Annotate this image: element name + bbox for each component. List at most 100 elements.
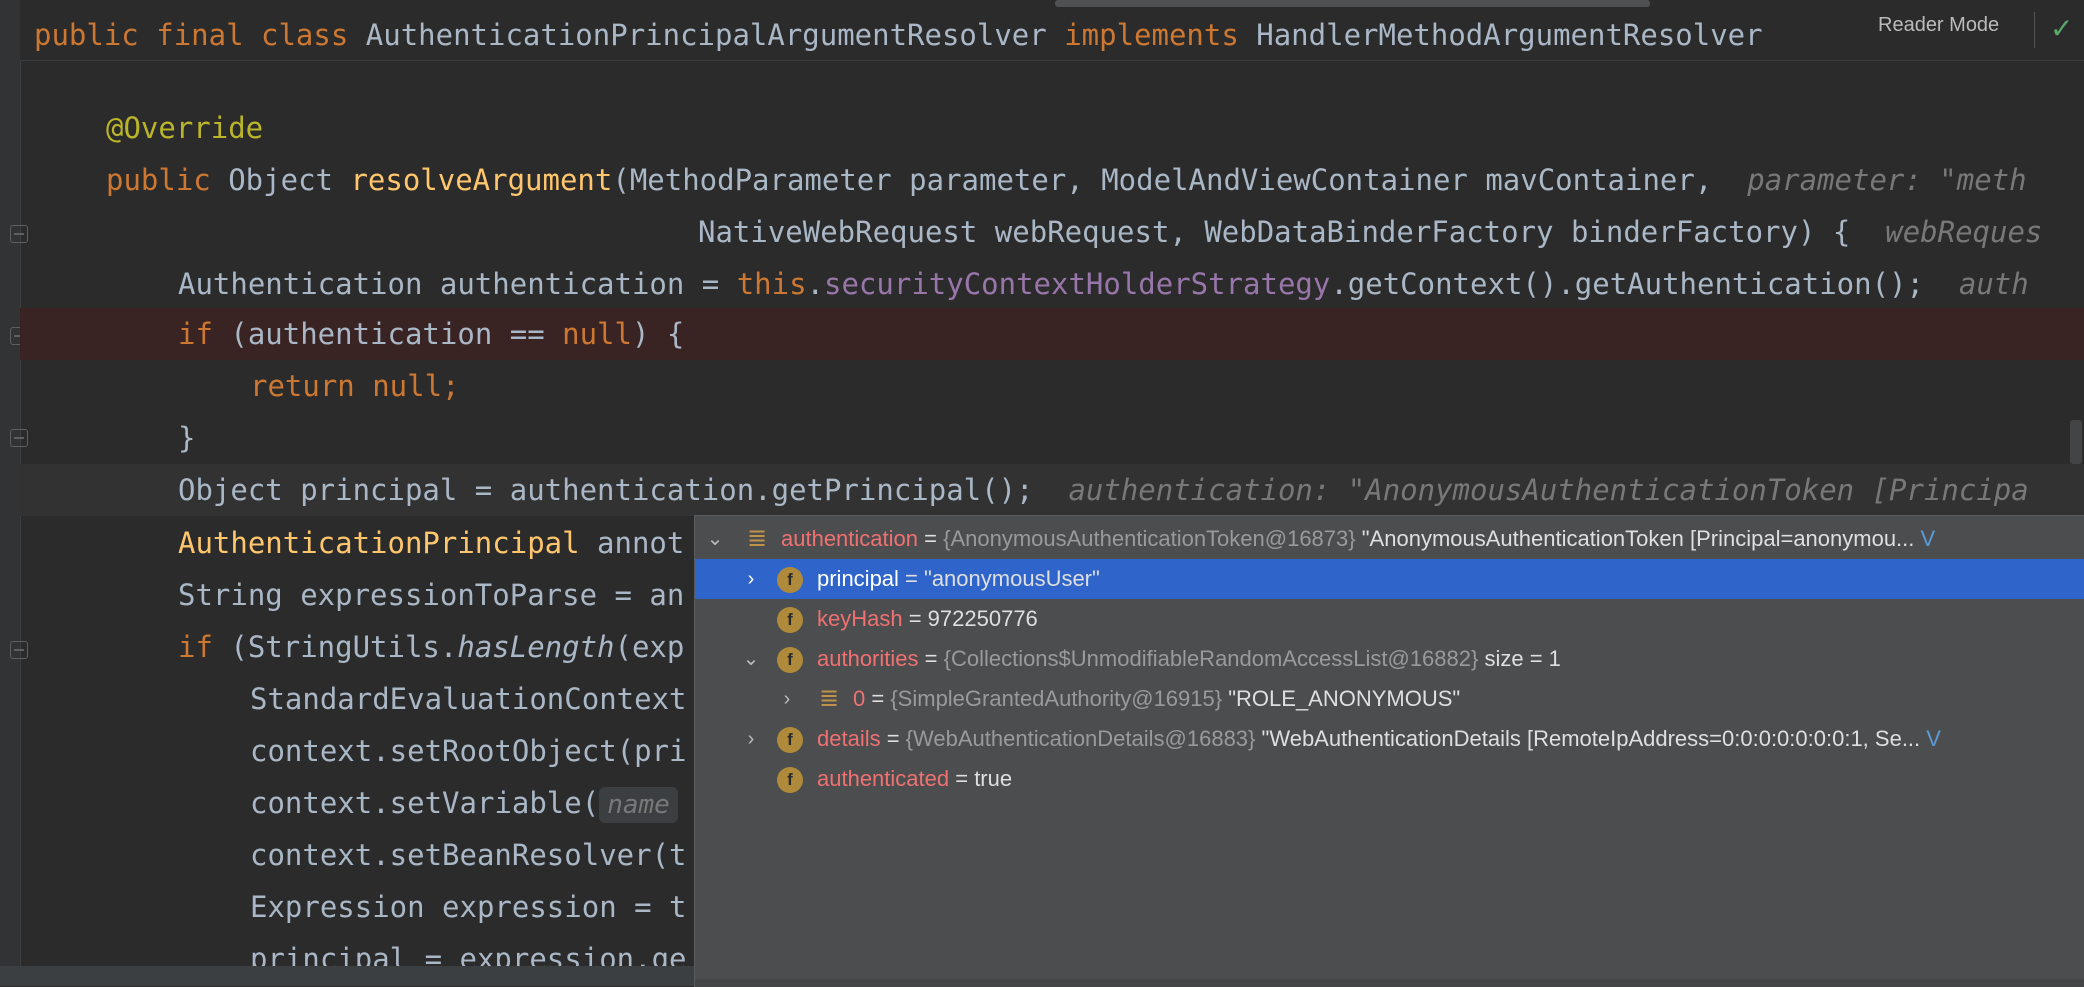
fold-icon[interactable] (10, 429, 28, 447)
equals-sign: = (902, 606, 928, 631)
code-line-4: Authentication authentication = this.sec… (178, 258, 2084, 310)
checkmark-icon[interactable]: ✓ (2050, 12, 2073, 45)
code-text: StandardEvaluationContext (250, 682, 687, 716)
parameters: NativeWebRequest webRequest, WebDataBind… (698, 215, 1851, 249)
list-icon: ≣ (819, 685, 840, 712)
parameters: (MethodParameter parameter, ModelAndView… (612, 163, 1713, 197)
field-icon: f (777, 727, 803, 753)
code-line-5: if (authentication == null) { (178, 308, 2084, 360)
code-text: } (178, 421, 196, 455)
code-text: (exp (614, 630, 685, 664)
code-line-2: public Object resolveArgument(MethodPara… (106, 154, 2084, 206)
variable-name: authenticated (817, 766, 950, 791)
tree-node-details[interactable]: › f details = {WebAuthenticationDetails@… (695, 719, 2084, 759)
chevron-right-icon[interactable]: › (777, 679, 797, 719)
view-link[interactable]: V (1921, 526, 1936, 551)
equals-sign: = (918, 646, 944, 671)
code-line-6: return null; (250, 360, 2084, 412)
variable-name: keyHash (817, 606, 903, 631)
code-text: ) { (631, 317, 685, 351)
variable-name: authorities (817, 646, 919, 671)
field-icon: f (777, 567, 803, 593)
code-text: . (806, 267, 825, 301)
variable-type: {SimpleGrantedAuthority@16915} (890, 686, 1223, 711)
code-text: context.setRootObject(pri (250, 734, 687, 768)
horizontal-scrollbar-track[interactable] (0, 966, 694, 986)
horizontal-scrollbar[interactable] (1055, 0, 1650, 7)
variable-value: 972250776 (927, 606, 1038, 631)
variable-name: authentication (781, 526, 918, 551)
return-type: Object (210, 163, 351, 197)
keyword: if (178, 317, 213, 351)
equals-sign: = (865, 686, 891, 711)
code-text: Authentication authentication = (178, 267, 737, 301)
variable-name: principal (817, 566, 899, 591)
keyword: public (106, 163, 211, 197)
keyword: implements (1064, 18, 1239, 52)
chevron-right-icon[interactable]: › (741, 559, 761, 599)
code-text: .getContext().getAuthentication(); (1330, 267, 1924, 301)
code-text: String expressionToParse = an (178, 578, 685, 612)
sticky-class-header: public final class AuthenticationPrincip… (20, 0, 2084, 61)
equals-sign: = (880, 726, 906, 751)
annotation-type: AuthenticationPrincipal (178, 526, 580, 560)
variable-value: "ROLE_ANONYMOUS" (1228, 686, 1461, 711)
code-text: Object principal = authentication.getPri… (178, 473, 1034, 507)
variable-value: "AnonymousAuthenticationToken [Principal… (1361, 526, 1915, 551)
code-text: (StringUtils. (212, 630, 458, 664)
variable-value: true (974, 766, 1013, 791)
tree-node-authenticated[interactable]: f authenticated = true (695, 759, 2084, 799)
field-name: securityContextHolderStrategy (824, 267, 1331, 301)
code-line-1: @Override (106, 102, 2084, 154)
debug-variables-popup: ⌄ ≣ authentication = {AnonymousAuthentic… (694, 515, 2084, 987)
tree-node-authentication[interactable]: ⌄ ≣ authentication = {AnonymousAuthentic… (695, 519, 2084, 559)
inline-value-hint: parameter: "meth (1747, 163, 2027, 197)
parameter-name-hint: name (599, 787, 678, 823)
list-icon: ≣ (747, 525, 768, 552)
keyword: public (34, 18, 139, 52)
keyword: null (562, 317, 632, 351)
interface-name: HandlerMethodArgumentResolver (1256, 18, 1763, 52)
tree-node-principal[interactable]: › f principal = "anonymousUser" (695, 559, 2084, 599)
variable-name: details (817, 726, 881, 751)
code-line-7: } (178, 412, 2084, 464)
field-icon: f (777, 607, 803, 633)
inline-value-hint: authentication: "AnonymousAuthentication… (1068, 473, 2029, 507)
editor-gutter (0, 0, 28, 986)
chevron-down-icon[interactable]: ⌄ (705, 519, 725, 559)
fold-icon[interactable] (10, 641, 28, 659)
variable-type: {WebAuthenticationDetails@16883} (905, 726, 1256, 751)
toolbar-divider (2034, 12, 2035, 48)
class-name: AuthenticationPrincipalArgumentResolver (365, 18, 1047, 52)
tree-node-authorities[interactable]: ⌄ f authorities = {Collections$Unmodifia… (695, 639, 2084, 679)
variable-name: 0 (853, 686, 866, 711)
class-declaration: public final class AuthenticationPrincip… (34, 9, 2084, 61)
code-line-3: NativeWebRequest webRequest, WebDataBind… (698, 206, 2084, 258)
code-text: context.setBeanResolver(t (250, 838, 687, 872)
code-text: (authentication == (212, 317, 563, 351)
fold-icon[interactable] (10, 225, 28, 243)
variable-value: "anonymousUser" (924, 566, 1100, 591)
keyword: if (178, 630, 213, 664)
equals-sign: = (898, 566, 925, 591)
variable-value: "WebAuthenticationDetails [RemoteIpAddre… (1261, 726, 1921, 751)
code-text: context.setVariable( (250, 786, 600, 820)
reader-mode-button[interactable]: Reader Mode (1878, 14, 1999, 37)
keyword: this (736, 267, 807, 301)
code-text: annot (579, 526, 685, 560)
inline-value-hint: auth (1958, 267, 2029, 301)
code-text: Expression expression = t (250, 890, 687, 924)
view-link[interactable]: V (1926, 726, 1941, 751)
tree-node-authority-0[interactable]: › ≣ 0 = {SimpleGrantedAuthority@16915} "… (695, 679, 2084, 719)
keyword: class (261, 18, 349, 52)
method-name: resolveArgument (350, 163, 613, 197)
chevron-right-icon[interactable]: › (741, 719, 761, 759)
field-icon: f (777, 647, 803, 673)
variable-type: {Collections$UnmodifiableRandomAccessLis… (943, 646, 1479, 671)
keyword: final (156, 18, 244, 52)
tree-node-keyhash[interactable]: f keyHash = 972250776 (695, 599, 2084, 639)
field-icon: f (777, 767, 803, 793)
variable-value: size = 1 (1484, 646, 1561, 671)
equals-sign: = (949, 766, 975, 791)
chevron-down-icon[interactable]: ⌄ (741, 639, 761, 679)
